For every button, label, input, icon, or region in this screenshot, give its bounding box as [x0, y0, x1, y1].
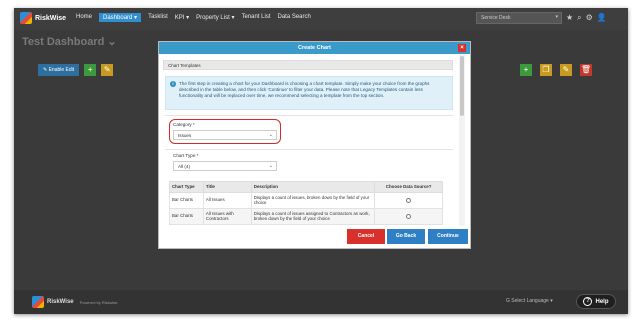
col-header-title: Title: [202, 181, 252, 193]
service-select-value: Service Desk: [481, 15, 511, 21]
edit-button[interactable]: ✎: [560, 64, 572, 76]
footer-logo-text: RiskWise: [47, 299, 74, 305]
delete-button[interactable]: 🗑: [580, 64, 592, 76]
close-button[interactable]: ×: [458, 44, 466, 52]
modal-header: Create Chart ×: [159, 42, 470, 54]
nav-property-list[interactable]: Property List ▾: [196, 14, 234, 22]
riskwise-logo-icon: [32, 296, 44, 308]
cell-chart-type: Bar Charts: [169, 191, 204, 209]
top-nav-bar: RiskWise Home Dashboard ▾ Tasklist KPI ▾…: [14, 8, 628, 30]
copy-button[interactable]: ❐: [540, 64, 552, 76]
page-title-text: Test Dashboard: [22, 36, 105, 48]
nav-home[interactable]: Home: [76, 14, 92, 22]
user-icon[interactable]: 👤: [597, 13, 607, 23]
logo-text: RiskWise: [35, 14, 67, 22]
trash-icon: 🗑: [580, 65, 592, 74]
nav-tasklist[interactable]: Tasklist: [148, 14, 168, 22]
powered-by-text: Powered by Riskwise: [79, 299, 118, 305]
close-icon: ×: [460, 45, 464, 51]
language-select-label: Select Language: [511, 298, 549, 304]
go-back-button[interactable]: Go Back: [387, 229, 425, 244]
scrollbar-thumb[interactable]: [460, 56, 464, 116]
dashboard-toolbar-right: + ❐ ✎ 🗑: [520, 64, 592, 76]
search-icon[interactable]: ⌕: [577, 13, 581, 23]
nav-kpi[interactable]: KPI ▾: [175, 14, 189, 22]
chevron-down-icon: ▾: [555, 14, 558, 20]
nav-data-search[interactable]: Data Search: [278, 14, 311, 22]
category-value: Issues: [178, 133, 192, 138]
app-logo[interactable]: RiskWise: [20, 12, 66, 24]
plus-icon: +: [523, 65, 529, 74]
section-title: Chart Templates: [163, 60, 453, 70]
category-select[interactable]: Issues ⌄: [173, 130, 277, 140]
chart-templates-table: Chart Type Title Description Choose Data…: [169, 181, 443, 225]
copy-icon: ❐: [542, 65, 550, 74]
page-title[interactable]: Test Dashboard ⌄: [22, 35, 117, 48]
add-button[interactable]: +: [520, 64, 532, 76]
top-icons: ★ ⌕ ⚙ 👤: [566, 13, 607, 23]
help-label: Help: [595, 298, 609, 305]
info-icon: i: [170, 81, 176, 87]
col-header-description: Description: [250, 181, 376, 193]
dashboard-toolbar-left: ✎ Enable Edit + ✎: [38, 64, 114, 76]
nav-dashboard[interactable]: Dashboard ▾: [99, 13, 142, 22]
nav-property-list-label: Property List: [196, 15, 230, 21]
language-select[interactable]: G Select Language ▾: [506, 298, 553, 304]
continue-button[interactable]: Continue: [428, 229, 468, 244]
create-chart-modal: Create Chart × Chart Templates i The fir…: [158, 41, 471, 249]
footer: RiskWise Powered by Riskwise G Select La…: [14, 290, 628, 314]
chart-type-label: Chart Type *: [173, 153, 199, 158]
nav-dashboard-label: Dashboard: [103, 15, 133, 21]
modal-body: Chart Templates i The first step in crea…: [159, 54, 470, 230]
help-button[interactable]: ? Help: [576, 294, 616, 309]
nav-tenant-list[interactable]: Tenant List: [241, 14, 270, 22]
enable-edit-button[interactable]: ✎ Enable Edit: [38, 64, 80, 76]
google-icon: G: [506, 298, 510, 304]
divider: [165, 115, 453, 116]
gear-icon[interactable]: ⚙: [586, 13, 593, 23]
table-header-row: Chart Type Title Description Choose Data…: [169, 181, 443, 193]
star-icon[interactable]: ★: [566, 13, 573, 23]
col-header-chart-type: Chart Type: [169, 181, 204, 193]
help-icon: ?: [583, 297, 593, 306]
plus-icon: +: [87, 65, 93, 74]
table-row[interactable]: Bar Charts All Issues Displays a count o…: [169, 191, 443, 209]
riskwise-logo-icon: [20, 12, 32, 24]
edit-dashboard-button[interactable]: ✎: [101, 64, 114, 76]
chart-type-select[interactable]: All (4) ⌄: [173, 161, 277, 171]
nav-kpi-label: KPI: [174, 15, 185, 21]
data-source-radio[interactable]: [406, 213, 412, 219]
info-text: The first step in creating a chart for y…: [179, 81, 430, 98]
chart-type-value: All (4): [178, 164, 190, 169]
data-source-radio[interactable]: [406, 197, 412, 203]
col-header-choose-data-source: Choose Data Source?: [374, 181, 443, 193]
modal-footer: Cancel Go Back Continue: [159, 226, 470, 248]
service-select[interactable]: Service Desk ▾: [476, 12, 562, 24]
chevron-down-icon: ▾: [550, 298, 553, 304]
chevron-down-icon: ⌄: [107, 36, 117, 48]
modal-title: Create Chart: [297, 45, 331, 51]
info-alert: i The first step in creating a chart for…: [165, 76, 453, 110]
cell-chart-type: Bar Charts: [169, 207, 204, 225]
footer-logo: RiskWise Powered by Riskwise: [32, 296, 118, 308]
cell-title: All Issues: [202, 191, 252, 209]
category-label: Category *: [173, 122, 195, 127]
cell-choose-data-source: [374, 191, 443, 209]
table-row[interactable]: Bar Charts All Issues with Contractors D…: [169, 207, 443, 225]
cell-description: Displays a count of issues, broken down …: [250, 191, 376, 209]
pencil-icon: ✎: [562, 65, 570, 74]
add-widget-button[interactable]: +: [84, 64, 97, 76]
cell-title: All Issues with Contractors: [202, 207, 252, 225]
divider: [165, 149, 453, 150]
chevron-down-icon: ⌄: [268, 163, 273, 169]
pencil-icon: ✎: [103, 65, 111, 74]
main-nav: Home Dashboard ▾ Tasklist KPI ▾ Property…: [76, 13, 311, 22]
edit-icon: ✎: [43, 67, 48, 73]
cell-choose-data-source: [374, 207, 443, 225]
enable-edit-label: Enable Edit: [48, 67, 75, 73]
cancel-button[interactable]: Cancel: [347, 229, 385, 244]
cell-description: Displays a count of issues assigned to C…: [250, 207, 376, 225]
chevron-down-icon: ⌄: [268, 132, 273, 138]
